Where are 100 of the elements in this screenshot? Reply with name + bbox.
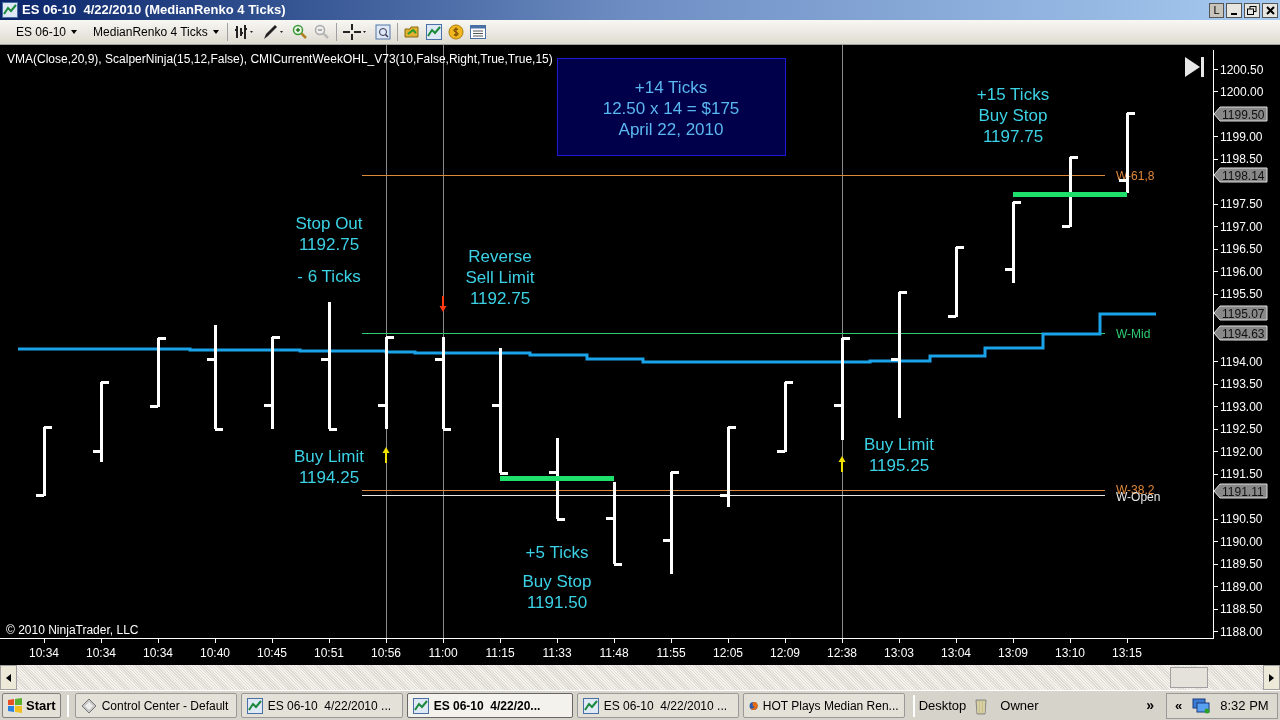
price-axis-label: 1195.50 (1220, 287, 1263, 302)
time-axis-label: 10:45 (257, 646, 287, 660)
trade-annotation: - 6 Ticks (297, 267, 361, 286)
copyright-notice: © 2010 NinjaTrader, LLC (6, 623, 139, 637)
restore-icon (1247, 5, 1257, 15)
info-box: +14 Ticks 12.50 x 14 = $175 April 22, 2010 (557, 58, 786, 156)
price-axis-label: 1191.50 (1220, 467, 1263, 482)
time-axis-label: 11:48 (599, 646, 629, 660)
price-axis-label: 1190.50 (1220, 512, 1263, 527)
time-axis-label: 13:09 (998, 646, 1028, 660)
time-axis-label: 11:33 (542, 646, 572, 660)
scroll-right-button[interactable] (1263, 665, 1280, 690)
price-axis-label: 1196.00 (1220, 264, 1263, 279)
indicator-list: VMA(Close,20,9), ScalperNinja(15,12,False), CMICurrentWeekOHL_V73(10,False,Right,True,True,15) (7, 52, 553, 66)
price-axis-label: 1189.50 (1220, 557, 1263, 572)
list-icon[interactable] (469, 24, 486, 40)
trade-annotation: Buy Limit 1194.25 (294, 447, 364, 487)
price-marker: 1198.14 (1213, 167, 1268, 183)
time-axis-label: 13:03 (884, 646, 914, 660)
caret-icon (212, 30, 219, 34)
taskbar-button[interactable]: Control Center - Default (74, 693, 237, 718)
right-arrow-icon (1269, 673, 1274, 682)
time-axis-label: 10:56 (371, 646, 401, 660)
coin-icon[interactable] (447, 24, 464, 40)
time-axis-label: 11:00 (428, 646, 458, 660)
restore-button[interactable] (1244, 2, 1260, 18)
price-axis-label: 1188.50 (1220, 602, 1263, 616)
chart-app-icon (2, 2, 18, 18)
price-axis-label: 1196.50 (1220, 242, 1263, 257)
price-axis-label: 1189.00 (1220, 579, 1263, 594)
zoom-in-icon[interactable] (291, 24, 308, 40)
scrollbar-thumb[interactable] (1170, 667, 1208, 688)
bar-type-dropdown[interactable]: MedianRenko 4 Ticks (91, 22, 221, 42)
time-axis-label: 13:10 (1055, 646, 1085, 660)
trade-annotation: Buy Stop 1191.50 (522, 572, 592, 612)
price-marker: 1195.07 (1213, 305, 1268, 321)
time-axis-label: 10:51 (314, 646, 344, 660)
time-axis-label: 13:04 (941, 646, 971, 660)
price-axis-label: 1192.50 (1220, 422, 1263, 437)
time-axis-label: 12:38 (827, 646, 857, 660)
trade-annotation: +5 Ticks (525, 543, 589, 562)
scroll-left-button[interactable] (0, 665, 17, 690)
pen-icon[interactable] (261, 24, 286, 40)
up-arrow-icon (382, 447, 390, 463)
time-axis-label: 12:09 (770, 646, 800, 660)
time-axis-label: 12:05 (713, 646, 743, 660)
desktop-toolbar-label[interactable]: Desktop (918, 695, 967, 716)
price-marker: 1199.50 (1213, 106, 1268, 122)
taskbar-button[interactable]: ES 06-10 4/22/2010 ... (240, 693, 403, 718)
chart-icon[interactable] (425, 24, 442, 40)
price-axis-label: 1200.00 (1220, 85, 1264, 99)
chart-app-icon (412, 697, 429, 714)
window-title: ES 06-10 4/22/2010 (MedianRenko 4 Ticks) (22, 1, 286, 20)
time-axis-label: 10:34 (86, 646, 116, 660)
time-axis-label: 10:34 (143, 646, 173, 660)
price-marker: 1191.11 (1213, 483, 1268, 499)
price-axis-label: 1192.00 (1220, 444, 1263, 459)
trade-annotation: +15 Ticks Buy Stop 1197.75 (976, 85, 1050, 146)
diamond-app-icon (80, 697, 97, 714)
price-axis-label: 1193.00 (1220, 399, 1263, 414)
close-icon (1265, 5, 1275, 15)
owner-toolbar-label[interactable]: Owner (1000, 695, 1039, 716)
trade-annotation: Stop Out 1192.75 (295, 214, 363, 254)
price-axis-label: 1198.50 (1220, 152, 1263, 167)
chart-app-icon (246, 697, 263, 714)
tray-expand-button[interactable]: « (1175, 695, 1183, 716)
time-axis-label: 10:40 (200, 646, 230, 660)
start-button[interactable]: Start (2, 693, 61, 718)
taskbar-button[interactable]: HOT Plays Median Ren... (742, 693, 905, 718)
taskbar-button[interactable]: ES 06-10 4/22/2010 ... (576, 693, 739, 718)
chart-app-icon (582, 697, 599, 714)
network-icon[interactable] (1192, 697, 1211, 714)
time-axis-label: 13:15 (1112, 646, 1142, 660)
up-arrow-icon (838, 456, 846, 472)
price-axis-label: 1200.50 (1220, 62, 1264, 77)
caret-icon (71, 30, 78, 34)
minimize-button[interactable] (1226, 2, 1242, 18)
level-label: W-Mid (1116, 327, 1151, 341)
close-button[interactable] (1262, 2, 1278, 18)
time-axis-label: 11:55 (656, 646, 686, 660)
properties-icon[interactable] (374, 24, 391, 40)
windows-logo-icon (7, 697, 23, 714)
scroll-to-end-icon[interactable] (1185, 57, 1204, 77)
toolbar-expand-button[interactable]: » (1146, 695, 1154, 716)
folders-icon[interactable] (403, 24, 420, 40)
instrument-dropdown[interactable]: ES 06-10 (8, 22, 86, 42)
taskbar-button[interactable]: ES 06-10 4/22/20... (406, 693, 573, 718)
bars-style-icon[interactable] (233, 24, 256, 40)
trade-annotation: Buy Limit 1195.25 (864, 435, 934, 475)
price-axis-label: 1199.00 (1220, 129, 1263, 144)
price-axis-label: 1190.00 (1220, 534, 1263, 549)
layout-button[interactable]: L (1209, 2, 1224, 18)
price-axis-label: 1188.00 (1220, 624, 1263, 639)
price-marker: 1194.63 (1213, 325, 1268, 341)
time-axis-label: 10:34 (29, 646, 59, 660)
price-axis-label: 1194.00 (1220, 354, 1263, 369)
price-axis-label: 1197.50 (1220, 197, 1263, 212)
price-axis-label: 1193.50 (1220, 377, 1263, 392)
time-axis-label: 11:15 (485, 646, 515, 660)
crosshair-icon[interactable] (342, 24, 369, 40)
